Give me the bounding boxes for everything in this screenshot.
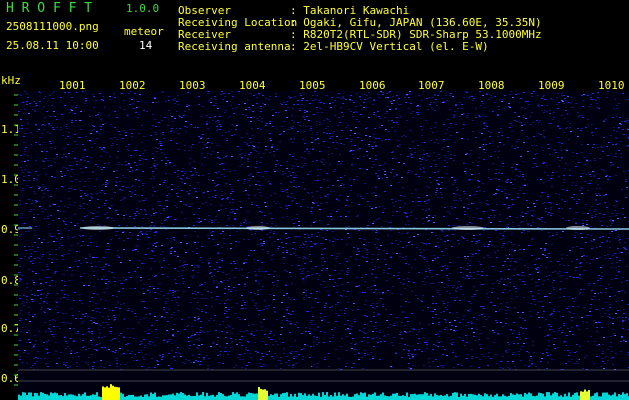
- antenna-label: Receiving antenna: [178, 40, 291, 53]
- antenna-value: : 2el-HB9CV Vertical (el. E-W): [290, 40, 489, 53]
- app-version: 1.0.0: [126, 2, 160, 15]
- y-axis-unit: kHz: [1, 74, 21, 87]
- waterfall-background: [18, 91, 629, 400]
- spectrogram-waterfall: [18, 91, 629, 400]
- timestamp: 25.08.11 10:00: [6, 39, 99, 52]
- meteor-label: meteor: [124, 25, 164, 38]
- app-title: H R O F F T: [6, 1, 93, 16]
- meteor-count: 14: [139, 39, 153, 52]
- y-tick-marks: [14, 94, 18, 386]
- hroft-screen: H R O F F T 1.0.0 2508111000.png meteor …: [0, 0, 629, 400]
- file-name: 2508111000.png: [6, 20, 99, 33]
